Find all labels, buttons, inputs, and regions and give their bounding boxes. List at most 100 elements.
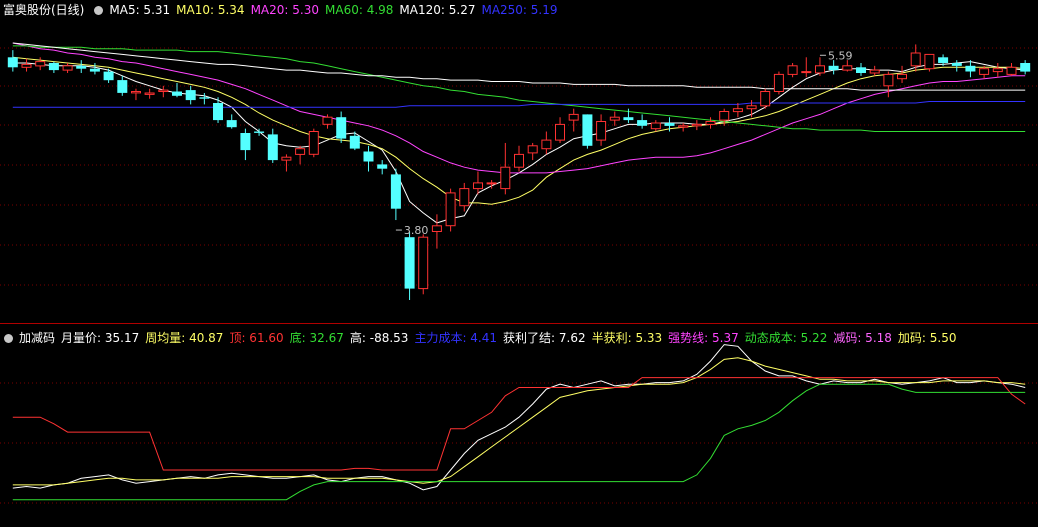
- candle[interactable]: [650, 120, 661, 132]
- candlestick-series[interactable]: [7, 44, 1031, 300]
- candle[interactable]: [869, 65, 880, 76]
- candle-body: [7, 57, 18, 68]
- candle-body: [938, 57, 949, 63]
- candle[interactable]: [1006, 62, 1017, 76]
- candle[interactable]: [500, 142, 511, 195]
- candle-body: [459, 188, 470, 207]
- candle-body: [678, 125, 689, 128]
- candle[interactable]: [924, 53, 935, 72]
- candle[interactable]: [336, 111, 347, 143]
- candle[interactable]: [951, 60, 962, 72]
- candle[interactable]: [691, 120, 702, 131]
- candle-body: [582, 114, 593, 146]
- candle-body: [746, 105, 757, 110]
- candle[interactable]: [815, 57, 825, 76]
- candle-body: [500, 166, 511, 190]
- candle[interactable]: [158, 85, 169, 98]
- candle-body: [404, 237, 415, 289]
- candle[interactable]: [760, 88, 771, 109]
- candle[interactable]: [596, 114, 607, 146]
- candle[interactable]: [89, 62, 100, 75]
- candle[interactable]: [555, 117, 565, 143]
- candle[interactable]: [856, 62, 866, 76]
- candle[interactable]: [897, 65, 907, 83]
- candle[interactable]: [199, 92, 210, 105]
- candle[interactable]: [267, 128, 278, 163]
- candle[interactable]: [732, 102, 743, 118]
- candle[interactable]: [48, 61, 59, 73]
- candle-body: [103, 71, 114, 81]
- candle-body: [418, 236, 429, 290]
- candle[interactable]: [390, 168, 401, 221]
- candle-body: [760, 91, 771, 107]
- candle[interactable]: [637, 114, 648, 129]
- candle[interactable]: [787, 62, 798, 78]
- candle[interactable]: [377, 160, 388, 175]
- candle[interactable]: [281, 154, 292, 172]
- legend-item: MA20: 5.30: [250, 3, 319, 17]
- candle-body: [213, 103, 223, 121]
- candle-body: [596, 121, 607, 141]
- candle[interactable]: [445, 188, 456, 232]
- candle[interactable]: [117, 75, 128, 96]
- candle-body: [240, 133, 251, 151]
- candle-body: [883, 73, 894, 87]
- candle[interactable]: [21, 58, 32, 72]
- candle[interactable]: [404, 231, 415, 300]
- candle-body: [705, 121, 716, 125]
- candle-body: [281, 156, 292, 161]
- legend-item: 半获利: 5.33: [591, 331, 663, 345]
- candle[interactable]: [349, 131, 360, 151]
- legend-item: 减码: 5.18: [833, 331, 892, 345]
- candle[interactable]: [240, 128, 251, 161]
- candle[interactable]: [514, 145, 524, 172]
- candle[interactable]: [144, 88, 155, 99]
- candle[interactable]: [295, 145, 306, 165]
- candle[interactable]: [35, 57, 46, 71]
- candle[interactable]: [131, 88, 141, 101]
- candle[interactable]: [992, 62, 1003, 78]
- candle[interactable]: [431, 214, 442, 249]
- candle[interactable]: [609, 111, 620, 126]
- candle[interactable]: [76, 60, 87, 73]
- candle[interactable]: [308, 128, 319, 158]
- candle[interactable]: [773, 71, 784, 95]
- indicator-toggle-icon[interactable]: [4, 334, 13, 343]
- candle[interactable]: [213, 97, 223, 123]
- candle[interactable]: [883, 71, 894, 98]
- candle-body: [623, 117, 634, 121]
- candle[interactable]: [62, 62, 73, 73]
- candle[interactable]: [678, 122, 689, 132]
- candle[interactable]: [172, 82, 182, 98]
- indicator-line: [12, 383, 1026, 501]
- candle[interactable]: [226, 114, 237, 129]
- candle-body: [158, 89, 169, 92]
- candle[interactable]: [363, 145, 374, 172]
- candle-body: [842, 65, 853, 71]
- candle-body: [965, 65, 976, 72]
- candle[interactable]: [185, 85, 196, 105]
- candle[interactable]: [527, 142, 538, 161]
- candle-body: [199, 97, 210, 99]
- candle[interactable]: [568, 108, 579, 132]
- candle[interactable]: [7, 50, 18, 72]
- candle-body: [486, 182, 497, 185]
- candle[interactable]: [582, 114, 593, 149]
- candle-body: [226, 120, 237, 128]
- candle[interactable]: [541, 131, 552, 155]
- annotation-text: 5.59: [828, 49, 853, 62]
- candle[interactable]: [801, 57, 812, 78]
- legend-item: MA250: 5.19: [481, 3, 558, 17]
- chart-canvas[interactable]: 5.59 3.80: [0, 0, 1038, 527]
- candle[interactable]: [1020, 60, 1031, 75]
- candle[interactable]: [418, 234, 429, 295]
- candle-body: [828, 65, 839, 71]
- indicator-toggle-icon[interactable]: [94, 6, 104, 15]
- legend-item: 高: -88.53: [349, 331, 409, 345]
- candle[interactable]: [459, 182, 470, 212]
- legend-item: 动态成本: 5.22: [744, 331, 828, 345]
- candle[interactable]: [705, 117, 716, 129]
- candle-body: [951, 63, 962, 66]
- candle[interactable]: [103, 68, 114, 83]
- candle-body: [1020, 63, 1031, 72]
